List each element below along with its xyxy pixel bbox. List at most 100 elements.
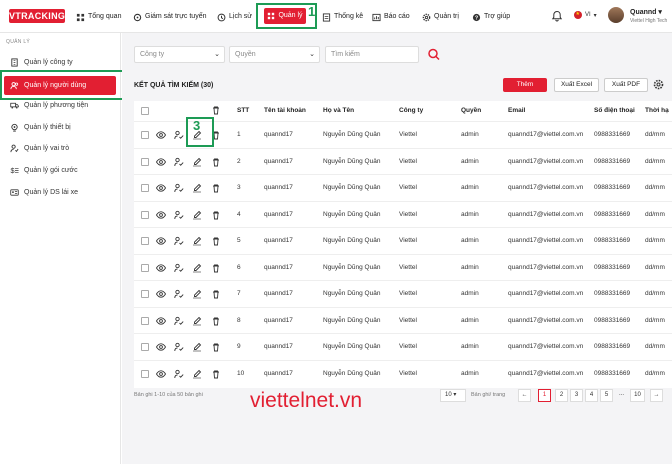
avatar[interactable] <box>608 7 624 23</box>
sidebar-item-label: Quản lý thiết bị <box>24 124 71 131</box>
trash-icon[interactable] <box>211 342 221 352</box>
row-checkbox[interactable] <box>141 157 149 166</box>
company-select[interactable]: Công ty ⌄ <box>134 46 225 63</box>
cell-fullname: Nguyễn Dũng Quân <box>323 131 381 138</box>
search-input[interactable]: Tìm kiếm <box>325 46 419 63</box>
page-button-1[interactable]: 1 <box>538 389 551 402</box>
column-header-username: Tên tài khoản <box>264 107 306 114</box>
search-icon[interactable] <box>422 46 446 63</box>
trash-icon[interactable] <box>211 263 221 273</box>
trash-icon[interactable] <box>211 183 221 193</box>
user-role-icon[interactable] <box>174 289 184 299</box>
cell-expiry: dd/mm <box>645 290 665 297</box>
row-checkbox[interactable] <box>141 237 149 245</box>
user-role-icon[interactable] <box>174 236 184 246</box>
cell-username: quannd17 <box>264 290 293 297</box>
help-icon: ? <box>472 13 481 21</box>
chevron-down-icon: ▾ <box>593 12 597 19</box>
user-role-icon[interactable] <box>174 342 184 352</box>
eye-icon[interactable] <box>156 316 166 326</box>
trash-icon[interactable] <box>211 236 221 246</box>
vtracking-logo[interactable]: VTRACKING <box>9 9 65 23</box>
edit-icon[interactable] <box>192 210 202 220</box>
eye-icon[interactable] <box>156 183 166 193</box>
page-button-5[interactable]: 5 <box>600 389 613 402</box>
user-role-icon[interactable] <box>174 183 184 193</box>
row-checkbox[interactable] <box>141 369 149 378</box>
trash-icon[interactable] <box>211 369 221 379</box>
language-selector[interactable]: VI ▾ <box>574 11 597 19</box>
trash-icon[interactable] <box>211 289 221 299</box>
sidebar-item-vehicles[interactable]: Quản lý phương tiện <box>10 99 88 112</box>
row-checkbox[interactable] <box>141 131 149 139</box>
next-page-button[interactable]: → <box>650 389 663 402</box>
sidebar-item-label: Quản lý vai trò <box>24 145 70 152</box>
row-checkbox[interactable] <box>141 343 149 351</box>
trash-icon[interactable] <box>211 316 221 326</box>
nav-reports[interactable]: Báo cáo <box>372 10 410 24</box>
edit-icon[interactable] <box>192 342 202 352</box>
bell-icon[interactable] <box>551 10 563 22</box>
watermark-text: viettelnet.vn <box>250 389 363 412</box>
sidebar-item-packages[interactable]: $ Quản lý gói cước <box>10 164 77 177</box>
eye-icon[interactable] <box>156 157 166 167</box>
edit-icon[interactable] <box>192 369 202 379</box>
cell-company: Viettel <box>399 316 417 324</box>
page-button-10[interactable]: 10 <box>630 389 645 402</box>
row-checkbox[interactable] <box>141 184 149 192</box>
select-all-checkbox[interactable] <box>141 107 149 115</box>
add-button[interactable]: Thêm <box>503 78 547 92</box>
page-size-select[interactable]: 10 ▾ <box>440 389 466 402</box>
trash-icon[interactable] <box>211 210 221 220</box>
export-excel-button[interactable]: Xuất Excel <box>554 78 599 92</box>
user-role-icon[interactable] <box>174 157 184 167</box>
sidebar-item-company[interactable]: Quản lý công ty <box>10 56 73 69</box>
sidebar-item-label: Quản lý DS lái xe <box>24 189 79 196</box>
settings-gear-icon[interactable] <box>653 79 664 90</box>
eye-icon[interactable] <box>156 236 166 246</box>
sidebar-item-drivers[interactable]: Quản lý DS lái xe <box>10 186 78 199</box>
page-button-4[interactable]: 4 <box>585 389 598 402</box>
edit-icon[interactable] <box>192 289 202 299</box>
eye-icon[interactable] <box>156 210 166 220</box>
row-checkbox[interactable] <box>141 210 149 219</box>
eye-icon[interactable] <box>156 263 166 273</box>
edit-icon[interactable] <box>192 263 202 273</box>
sidebar-item-devices[interactable]: Quản lý thiết bị <box>10 121 71 134</box>
edit-icon[interactable] <box>192 183 202 193</box>
edit-icon[interactable] <box>192 157 202 167</box>
user-role-icon[interactable] <box>174 369 184 379</box>
role-select[interactable]: Quyền ⌄ <box>229 46 320 63</box>
eye-icon[interactable] <box>156 342 166 352</box>
eye-icon[interactable] <box>156 130 166 140</box>
edit-icon[interactable] <box>192 316 202 326</box>
truck-icon <box>10 102 19 109</box>
nav-administration[interactable]: Quản trị <box>422 10 459 24</box>
user-role-icon[interactable] <box>174 316 184 326</box>
user-role-icon[interactable] <box>174 263 184 273</box>
user-name[interactable]: Quannd ▾ <box>630 8 662 16</box>
nav-statistics[interactable]: Thống kê <box>322 10 363 24</box>
trash-icon[interactable] <box>211 105 221 115</box>
nav-history[interactable]: Lịch sử <box>217 10 252 24</box>
gear-icon <box>422 13 431 21</box>
page-button-2[interactable]: 2 <box>555 389 568 402</box>
row-checkbox[interactable] <box>141 316 149 325</box>
user-role-icon[interactable] <box>174 130 184 140</box>
sidebar-item-roles[interactable]: Quản lý vai trò <box>10 142 69 155</box>
trash-icon[interactable] <box>211 157 221 167</box>
user-role-icon[interactable] <box>174 210 184 220</box>
edit-icon[interactable] <box>192 236 202 246</box>
cell-stt: 8 <box>237 316 241 324</box>
row-checkbox[interactable] <box>141 290 149 298</box>
nav-live-monitoring[interactable]: Giám sát trực tuyến <box>133 10 206 24</box>
prev-page-button[interactable]: ← <box>518 389 531 402</box>
nav-dashboard[interactable]: Tổng quan <box>76 10 121 24</box>
eye-icon[interactable] <box>156 369 166 379</box>
page-button-3[interactable]: 3 <box>570 389 583 402</box>
nav-help[interactable]: ? Trợ giúp <box>472 10 510 24</box>
cell-phone: 0988331669 <box>594 369 631 377</box>
row-checkbox[interactable] <box>141 263 149 272</box>
eye-icon[interactable] <box>156 289 166 299</box>
export-pdf-button[interactable]: Xuất PDF <box>604 78 648 92</box>
